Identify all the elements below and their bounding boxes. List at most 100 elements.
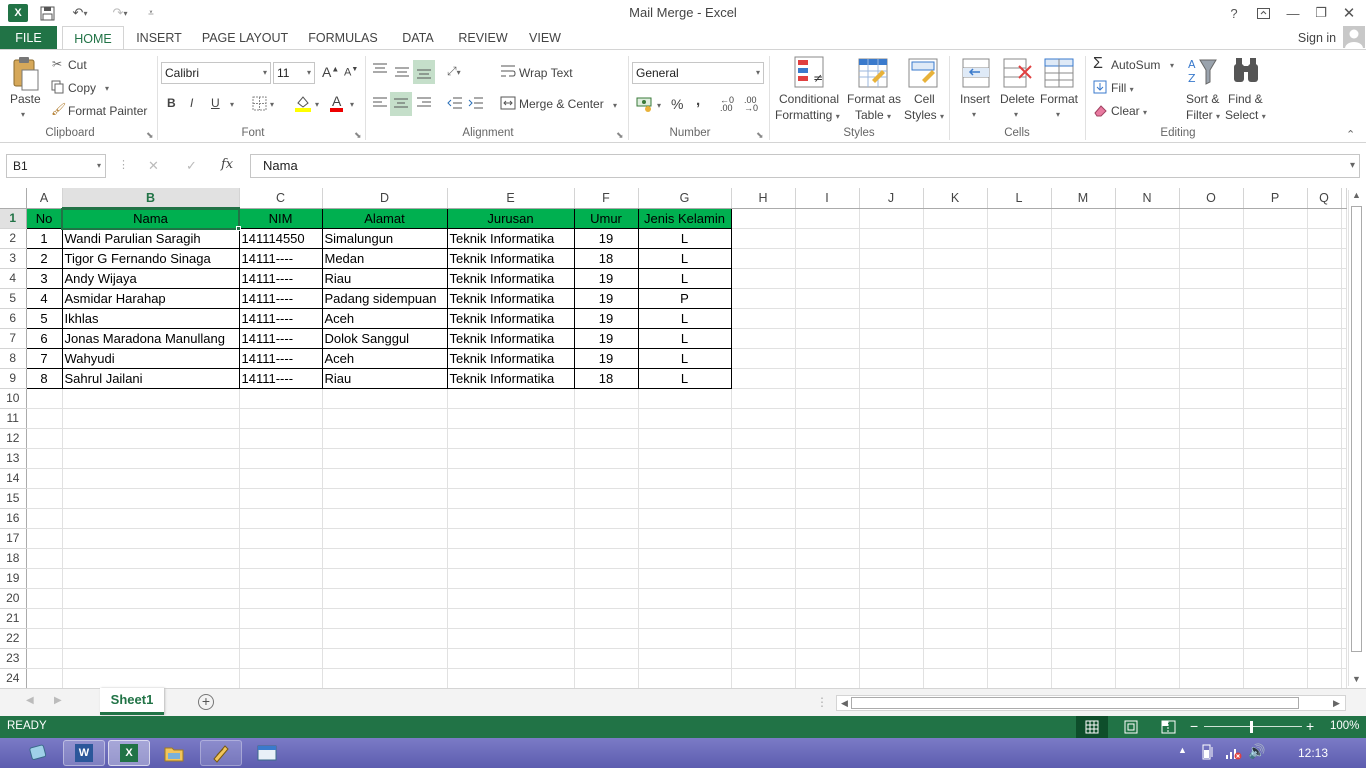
- cell[interactable]: [638, 508, 732, 529]
- cell[interactable]: [731, 508, 796, 529]
- column-header-m[interactable]: M: [1051, 188, 1116, 209]
- cell[interactable]: [1307, 448, 1342, 469]
- align-center-icon[interactable]: [390, 92, 412, 116]
- help-button[interactable]: ?: [1226, 3, 1242, 23]
- enter-icon[interactable]: ✓: [186, 158, 197, 174]
- cell[interactable]: [1179, 208, 1244, 229]
- zoom-in-button[interactable]: +: [1306, 718, 1314, 734]
- cell[interactable]: [1115, 368, 1180, 389]
- sheet-tab-sheet1[interactable]: Sheet1: [100, 688, 164, 715]
- cell[interactable]: [1307, 668, 1342, 688]
- cell[interactable]: [26, 488, 63, 509]
- cell[interactable]: [859, 508, 924, 529]
- cell[interactable]: [447, 488, 575, 509]
- column-header-p[interactable]: P: [1243, 188, 1308, 209]
- cell[interactable]: [987, 228, 1052, 249]
- column-header-b[interactable]: B: [62, 188, 240, 209]
- row-header[interactable]: 8: [0, 348, 27, 369]
- cell[interactable]: [322, 568, 448, 589]
- scroll-down-icon[interactable]: ▼: [1352, 674, 1361, 684]
- cell[interactable]: [987, 568, 1052, 589]
- cell[interactable]: [26, 408, 63, 429]
- cell[interactable]: [859, 628, 924, 649]
- cell[interactable]: [731, 228, 796, 249]
- align-bottom-icon[interactable]: [413, 60, 435, 84]
- tab-insert[interactable]: INSERT: [132, 26, 186, 50]
- font-launcher-icon[interactable]: ⬊: [354, 130, 362, 141]
- cell[interactable]: [1341, 288, 1347, 309]
- cell[interactable]: Riau: [321, 367, 448, 389]
- cell[interactable]: 19: [573, 327, 639, 349]
- cell[interactable]: 19: [573, 347, 639, 369]
- cell[interactable]: Riau: [321, 267, 448, 289]
- cell[interactable]: [987, 428, 1052, 449]
- cell[interactable]: [239, 568, 323, 589]
- cell[interactable]: [62, 528, 240, 549]
- cell[interactable]: [26, 448, 63, 469]
- cell[interactable]: [322, 648, 448, 669]
- cell[interactable]: [923, 488, 988, 509]
- cell[interactable]: 4: [25, 287, 63, 309]
- cell[interactable]: L: [637, 327, 732, 349]
- cell[interactable]: [987, 288, 1052, 309]
- cell[interactable]: [1115, 348, 1180, 369]
- tab-data[interactable]: DATA: [394, 26, 442, 50]
- cell[interactable]: 141114550: [238, 227, 323, 249]
- cell[interactable]: [1179, 308, 1244, 329]
- cell[interactable]: [1115, 468, 1180, 489]
- cell[interactable]: [859, 588, 924, 609]
- cell[interactable]: [1307, 248, 1342, 269]
- format-painter-button[interactable]: Format Painter: [68, 104, 147, 118]
- cell[interactable]: [1307, 268, 1342, 289]
- cell[interactable]: [859, 428, 924, 449]
- cell[interactable]: [859, 208, 924, 229]
- cell[interactable]: [1179, 328, 1244, 349]
- cell[interactable]: [1115, 208, 1180, 229]
- cell[interactable]: L: [637, 267, 732, 289]
- cell[interactable]: [1243, 528, 1308, 549]
- cell[interactable]: Andy Wijaya: [61, 267, 240, 289]
- cell[interactable]: [1243, 508, 1308, 529]
- cell[interactable]: [731, 588, 796, 609]
- underline-dropdown-icon[interactable]: ▾: [230, 100, 234, 109]
- cell[interactable]: [923, 408, 988, 429]
- cell[interactable]: [1307, 408, 1342, 429]
- cell[interactable]: [447, 388, 575, 409]
- cell[interactable]: [1341, 308, 1347, 329]
- cell[interactable]: [1307, 208, 1342, 229]
- cell[interactable]: [1341, 408, 1347, 429]
- cell-styles-button[interactable]: Cell: [914, 92, 935, 106]
- cell[interactable]: [795, 308, 860, 329]
- cell[interactable]: [1341, 368, 1347, 389]
- cell[interactable]: [795, 488, 860, 509]
- cell[interactable]: [795, 568, 860, 589]
- cell[interactable]: [859, 368, 924, 389]
- orientation-icon[interactable]: ⤢▾: [447, 64, 461, 79]
- tab-page-layout[interactable]: PAGE LAYOUT: [196, 26, 294, 50]
- cell[interactable]: [1179, 288, 1244, 309]
- column-header-g[interactable]: G: [638, 188, 732, 209]
- cell[interactable]: [62, 448, 240, 469]
- cell[interactable]: [1307, 348, 1342, 369]
- font-color-dropdown-icon[interactable]: ▾: [350, 100, 354, 109]
- cell[interactable]: [1307, 388, 1342, 409]
- cell[interactable]: Jonas Maradona Manullang: [61, 327, 240, 349]
- cell[interactable]: [62, 388, 240, 409]
- underline-button[interactable]: U: [211, 96, 220, 110]
- column-header-h[interactable]: H: [731, 188, 796, 209]
- cell[interactable]: [638, 628, 732, 649]
- cell[interactable]: P: [637, 287, 732, 309]
- cell[interactable]: [923, 528, 988, 549]
- cell[interactable]: [1051, 368, 1116, 389]
- cell[interactable]: [1243, 608, 1308, 629]
- cell[interactable]: [1307, 468, 1342, 489]
- cell[interactable]: [859, 528, 924, 549]
- worksheet-grid[interactable]: A B C D E F G H I J K L M N O P Q 1 No Nama NIM Alamat Jurusan…: [0, 188, 1366, 688]
- cell[interactable]: [1179, 388, 1244, 409]
- cell[interactable]: [1307, 608, 1342, 629]
- cell[interactable]: [1307, 488, 1342, 509]
- cell[interactable]: [795, 208, 860, 229]
- cell[interactable]: [26, 608, 63, 629]
- cell[interactable]: Teknik Informatika: [446, 347, 575, 369]
- tab-formulas[interactable]: FORMULAS: [304, 26, 382, 50]
